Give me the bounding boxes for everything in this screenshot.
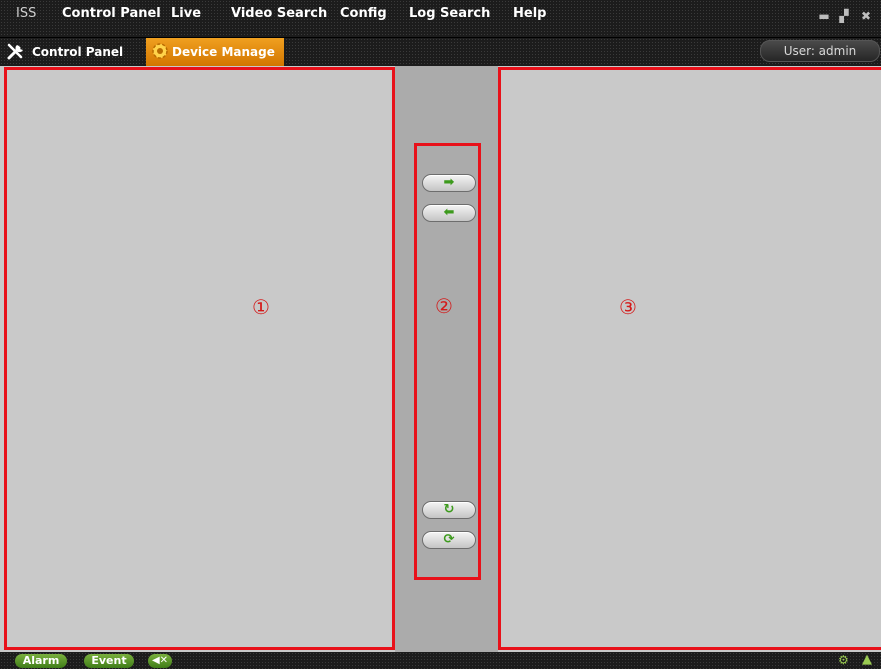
tab-label: Control Panel (32, 45, 124, 59)
remove-device-button[interactable]: ⬅ (422, 204, 476, 222)
gear-icon (150, 41, 170, 64)
refresh-button[interactable]: ↻ (422, 501, 476, 519)
managed-devices-panel[interactable]: ③ (498, 67, 881, 650)
sync-icon: ⟳ (443, 532, 455, 547)
main-area: ① ② ➡ ⬅ ↻ ⟳ ③ (0, 66, 881, 652)
up-arrow-icon[interactable]: ▲ (862, 652, 872, 667)
tab-bar: Control Panel Device Manage (0, 38, 881, 68)
close-icon[interactable]: ✖ (860, 10, 872, 22)
app-brand: ISS (16, 6, 37, 21)
panel-marker-1: ① (252, 295, 270, 319)
tab-control-panel[interactable]: Control Panel (6, 38, 146, 66)
menu-video-search[interactable]: Video Search (231, 6, 327, 21)
add-device-button[interactable]: ➡ (422, 174, 476, 192)
sync-button[interactable]: ⟳ (422, 531, 476, 549)
tab-label: Device Manage (172, 45, 275, 59)
panel-marker-2: ② (435, 294, 453, 318)
device-list-panel[interactable]: ① (4, 67, 395, 650)
arrow-right-icon: ➡ (443, 175, 455, 190)
minimize-icon[interactable]: ▬ (818, 10, 830, 22)
restore-icon[interactable]: ▞ (838, 10, 850, 22)
menu-log-search[interactable]: Log Search (409, 6, 490, 21)
tab-device-manage[interactable]: Device Manage (146, 38, 284, 68)
arrow-left-icon: ⬅ (443, 205, 455, 220)
event-button[interactable]: Event (84, 654, 134, 668)
tools-icon (6, 42, 26, 63)
refresh-icon: ↻ (443, 502, 455, 517)
transfer-controls-panel: ② ➡ ⬅ ↻ ⟳ (414, 143, 481, 580)
alarm-button[interactable]: Alarm (15, 654, 67, 668)
user-badge: User: admin (760, 40, 880, 62)
menu-config[interactable]: Config (340, 6, 387, 21)
panel-marker-3: ③ (619, 295, 637, 319)
settings-icon[interactable]: ⚙ (838, 653, 849, 667)
menu-bar: ISS Control Panel Live Video Search Conf… (0, 0, 881, 38)
mute-icon[interactable]: ◀✕ (148, 654, 172, 668)
status-bar: Alarm Event ◀✕ ⚙ ▲ (0, 652, 881, 669)
menu-help[interactable]: Help (513, 6, 546, 21)
menu-live[interactable]: Live (171, 6, 201, 21)
menu-control-panel[interactable]: Control Panel (62, 6, 161, 21)
